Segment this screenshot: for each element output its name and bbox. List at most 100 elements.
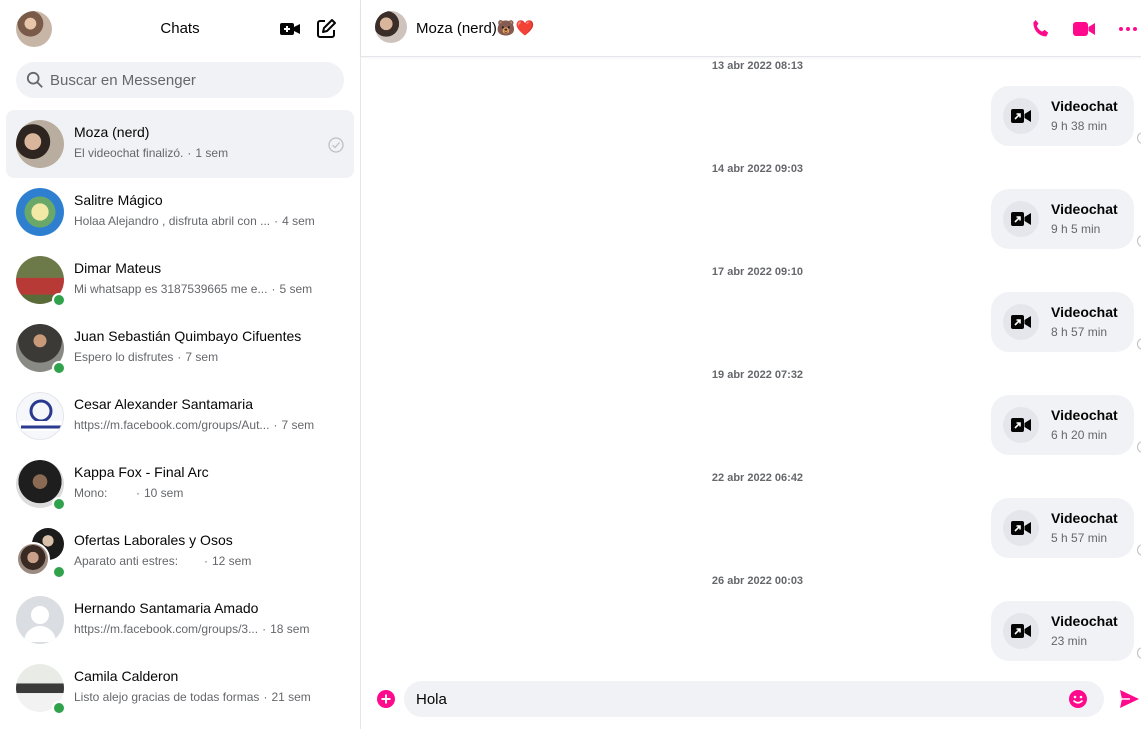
chat-snippet: Aparato anti estres: xyxy=(74,554,179,568)
message-timestamp: 17 abr 2022 09:10 xyxy=(711,266,804,278)
chat-time: 1 sem xyxy=(195,146,229,160)
videochat-bubble[interactable]: Videochat 8 h 57 min xyxy=(991,292,1134,352)
online-indicator xyxy=(52,701,66,715)
chat-time: 7 sem xyxy=(281,418,315,432)
search-box[interactable] xyxy=(16,62,344,98)
chat-name: Juan Sebastián Quimbayo Cifuentes xyxy=(74,328,302,344)
chat-item-hernando[interactable]: Hernando Santamaria Amado https://m.face… xyxy=(6,586,354,654)
videochat-title: Videochat xyxy=(1051,510,1118,526)
chat-preview: Mi whatsapp es 3187539665 me e... · 5 sem xyxy=(74,282,313,296)
chat-snippet: https://m.facebook.com/groups/Aut... xyxy=(74,418,270,432)
chat-item-juan[interactable]: Juan Sebastián Quimbayo Cifuentes Espero… xyxy=(6,314,354,382)
chat-item-camila[interactable]: Camila Calderon Listo alejo gracias de t… xyxy=(6,654,354,722)
videochat-bubble[interactable]: Videochat 6 h 20 min xyxy=(991,395,1134,455)
chat-snippet: Espero lo disfrutes xyxy=(74,350,174,364)
more-options-icon[interactable] xyxy=(1116,17,1140,41)
chat-item-salitre[interactable]: Salitre Mágico Holaa Alejandro , disfrut… xyxy=(6,178,354,246)
read-status-icon xyxy=(1137,647,1141,659)
chat-snippet: El videochat finalizó. xyxy=(74,146,184,160)
videochat-title: Videochat xyxy=(1051,304,1118,320)
message-composer xyxy=(361,676,1141,720)
chat-name: Kappa Fox - Final Arc xyxy=(74,464,209,480)
chat-snippet: https://m.facebook.com/groups/3... xyxy=(74,622,259,636)
chat-time: 7 sem xyxy=(185,350,219,364)
phone-icon[interactable] xyxy=(1029,17,1053,41)
videochat-title: Videochat xyxy=(1051,98,1118,114)
chat-preview: Holaa Alejandro , disfruta abril con ...… xyxy=(74,214,315,228)
online-indicator xyxy=(52,497,66,511)
chat-name: Dimar Mateus xyxy=(74,260,162,276)
videochat-duration: 6 h 20 min xyxy=(1051,428,1108,442)
chat-time: 4 sem xyxy=(282,214,315,228)
video-call-icon xyxy=(1003,304,1039,340)
new-video-room-icon[interactable] xyxy=(278,17,302,41)
chat-name: Hernando Santamaria Amado xyxy=(74,600,259,616)
videochat-bubble[interactable]: Videochat 9 h 5 min xyxy=(991,189,1134,249)
conversation-panel: Moza (nerd)🐻❤️ 13 abr 2022 08:13 Videoch… xyxy=(361,0,1141,729)
read-status-icon xyxy=(1137,544,1141,556)
avatar xyxy=(16,392,64,440)
message-timestamp: 14 abr 2022 09:03 xyxy=(711,163,804,175)
chat-snippet: Mono: xyxy=(74,486,108,500)
chat-snippet: Holaa Alejandro , disfruta abril con ... xyxy=(74,214,271,228)
avatar xyxy=(16,542,50,576)
videochat-bubble[interactable]: Videochat 9 h 38 min xyxy=(991,86,1134,146)
online-indicator xyxy=(52,293,66,307)
compose-icon[interactable] xyxy=(314,17,338,41)
chat-preview: Mono: · 10 sem xyxy=(74,486,184,500)
message-input[interactable] xyxy=(404,681,1104,717)
chat-item-dimar[interactable]: Dimar Mateus Mi whatsapp es 3187539665 m… xyxy=(6,246,354,314)
video-call-icon xyxy=(1003,613,1039,649)
send-icon[interactable] xyxy=(1118,688,1140,710)
message-timestamp: 19 abr 2022 07:32 xyxy=(711,369,804,381)
avatar[interactable] xyxy=(375,11,407,43)
chat-time: 12 sem xyxy=(212,554,252,568)
sidebar-title: Chats xyxy=(160,20,200,37)
online-indicator xyxy=(52,361,66,375)
avatar xyxy=(16,120,64,168)
videochat-bubble[interactable]: Videochat 23 min xyxy=(991,601,1134,661)
chat-preview: Espero lo disfrutes · 7 sem xyxy=(74,350,219,364)
chat-preview: Listo alejo gracias de todas formas · 21 s… xyxy=(74,690,311,704)
videochat-title: Videochat xyxy=(1051,201,1118,217)
video-call-icon xyxy=(1003,98,1039,134)
add-attachment-icon[interactable] xyxy=(376,689,396,709)
emoji-icon[interactable] xyxy=(1068,689,1088,709)
videochat-bubble[interactable]: Videochat 5 h 57 min xyxy=(991,498,1134,558)
videochat-duration: 9 h 5 min xyxy=(1051,222,1101,236)
search-icon xyxy=(26,71,43,88)
chat-item-ofertas[interactable]: Ofertas Laborales y Osos Aparato anti es… xyxy=(6,518,354,586)
chat-time: 18 sem xyxy=(270,622,310,636)
read-status-icon xyxy=(1137,338,1141,350)
videochat-duration: 8 h 57 min xyxy=(1051,325,1108,339)
search-input[interactable] xyxy=(50,71,330,89)
chat-name: Cesar Alexander Santamaria xyxy=(74,396,253,412)
message-timestamp: 26 abr 2022 00:03 xyxy=(711,575,804,587)
chat-item-moza[interactable]: Moza (nerd) El videochat finalizó. · 1 sem xyxy=(6,110,354,178)
chat-item-kappa[interactable]: Kappa Fox - Final Arc Mono: · 10 sem xyxy=(6,450,354,518)
message-timestamp: 22 abr 2022 06:42 xyxy=(711,472,804,484)
message-timestamp: 13 abr 2022 08:13 xyxy=(711,60,804,72)
chat-item-cesar[interactable]: Cesar Alexander Santamaria https://m.fac… xyxy=(6,382,354,450)
chat-time: 10 sem xyxy=(144,486,184,500)
conversation-title[interactable]: Moza (nerd)🐻❤️ xyxy=(416,19,534,37)
chat-snippet: Mi whatsapp es 3187539665 me e... xyxy=(74,282,268,296)
chat-name: Salitre Mágico xyxy=(74,192,163,208)
chat-list: Moza (nerd) El videochat finalizó. · 1 sem… xyxy=(6,110,354,722)
message-thread: 13 abr 2022 08:13 Videochat 9 h 38 min 1… xyxy=(361,57,1141,663)
chat-name: Camila Calderon xyxy=(74,668,179,684)
read-status-icon xyxy=(1137,132,1141,144)
chat-name: Ofertas Laborales y Osos xyxy=(74,532,233,548)
chat-preview: Aparato anti estres: · 12 sem xyxy=(74,554,252,568)
online-indicator xyxy=(52,565,66,579)
chat-time: 5 sem xyxy=(279,282,313,296)
video-call-icon xyxy=(1003,510,1039,546)
chat-name: Moza (nerd) xyxy=(74,124,150,140)
video-call-icon xyxy=(1003,201,1039,237)
read-status-icon xyxy=(1137,441,1141,453)
default-avatar-icon xyxy=(16,596,64,644)
chat-snippet: Listo alejo gracias de todas formas xyxy=(74,690,260,704)
consulting-logo-icon xyxy=(19,399,63,431)
videochat-title: Videochat xyxy=(1051,613,1118,629)
video-camera-icon[interactable] xyxy=(1072,17,1096,41)
